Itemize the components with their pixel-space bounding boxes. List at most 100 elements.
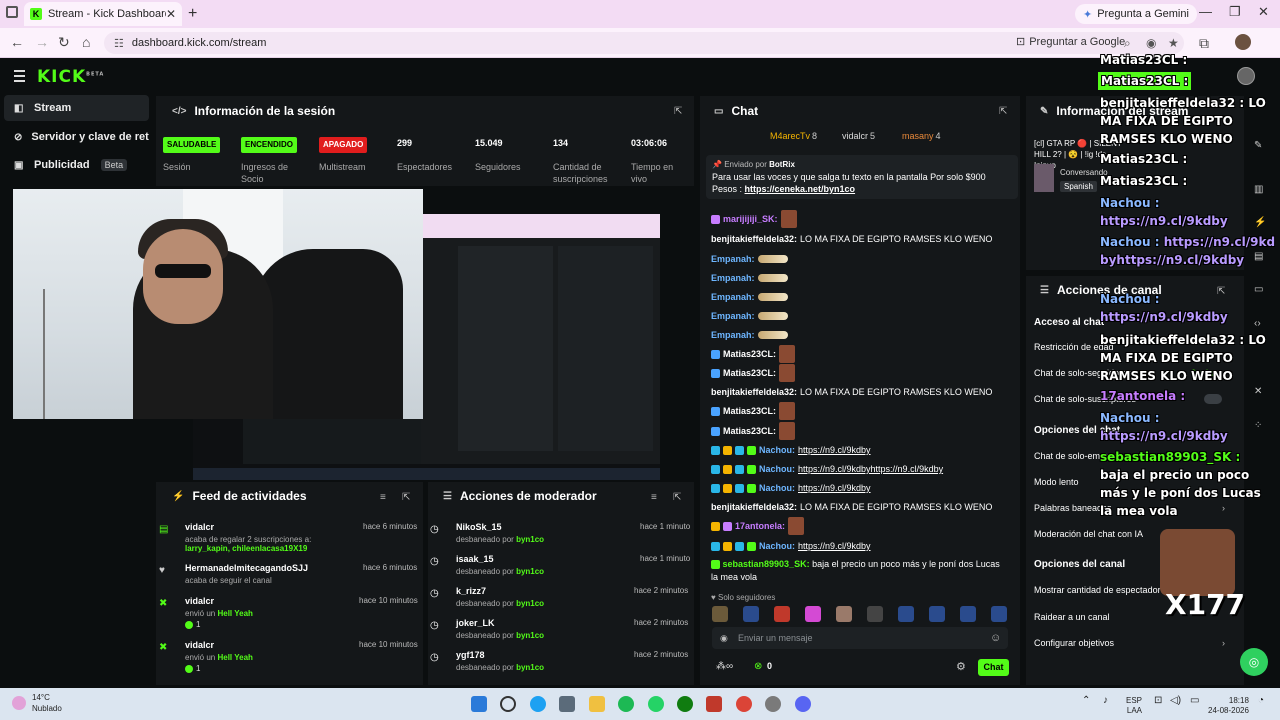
popout-icon[interactable]: ⇱: [402, 492, 410, 503]
bookmark-star-icon[interactable]: ★: [1168, 36, 1179, 50]
menu-icon[interactable]: [14, 70, 25, 85]
send-chat-button[interactable]: Chat: [978, 659, 1009, 676]
top-gifter[interactable]: masany 4: [902, 131, 941, 141]
new-tab-button[interactable]: +: [188, 5, 197, 23]
popout-icon[interactable]: ⇱: [999, 106, 1007, 117]
ask-google-button[interactable]: ⊡ Preguntar a Google: [1016, 35, 1125, 49]
tray-chevron-icon[interactable]: ⌃: [1082, 696, 1090, 706]
chat-user[interactable]: Nachou:: [759, 443, 795, 457]
clock[interactable]: 18:18 24-08-2026: [1208, 696, 1249, 716]
panel-icon[interactable]: ▤: [1254, 251, 1263, 262]
filter-icon[interactable]: ≡: [651, 492, 657, 503]
back-icon[interactable]: ←: [10, 34, 24, 50]
code-icon[interactable]: ‹›: [1254, 318, 1261, 329]
language-indicator[interactable]: ESP LAA: [1126, 696, 1142, 716]
whatsapp-icon[interactable]: [648, 696, 664, 712]
top-gifter[interactable]: M4arecTv 8: [770, 131, 817, 141]
chat-input[interactable]: Enviar un mensaje: [712, 627, 1008, 649]
sidebar-item-ads[interactable]: ▣ Publicidad Beta: [4, 152, 149, 178]
chat-user[interactable]: Empanah:: [711, 309, 755, 323]
pinned-message[interactable]: 📌 Enviado por BotRix Para usar las voces…: [706, 155, 1018, 199]
popout-icon[interactable]: ⇱: [674, 106, 682, 117]
emote-icon[interactable]: [867, 606, 883, 622]
top-gifter[interactable]: vidalcr 5: [842, 131, 875, 141]
discord-icon[interactable]: [795, 696, 811, 712]
emote-icon[interactable]: [774, 606, 790, 622]
url-omnibox[interactable]: ☷ dashboard.kick.com/stream ⊡ Preguntar a…: [104, 32, 1184, 54]
tab-close-icon[interactable]: ✕: [166, 7, 176, 21]
browser-profile-avatar[interactable]: [1235, 34, 1251, 50]
settings-icon[interactable]: [765, 696, 781, 712]
sidebar-item-server-key[interactable]: ⊘ Servidor y clave de retransmisión: [4, 124, 149, 150]
home-icon[interactable]: ⌂: [82, 34, 90, 50]
tools-icon[interactable]: ✕: [1254, 386, 1262, 397]
weather-widget[interactable]: 14°C Nublado: [12, 692, 62, 714]
chat-user[interactable]: Nachou:: [759, 481, 795, 495]
emote-icon[interactable]: [712, 606, 728, 622]
chat-user[interactable]: marijijiji_SK:: [723, 212, 778, 226]
extensions-icon[interactable]: ⧉: [1199, 35, 1209, 52]
chat-user[interactable]: Empanah:: [711, 252, 755, 266]
minimize-icon[interactable]: —: [1199, 4, 1212, 19]
chat-user[interactable]: Matias23CL:: [723, 424, 776, 438]
chat-user[interactable]: Empanah:: [711, 290, 755, 304]
chatters-icon[interactable]: ⁂∞: [716, 661, 733, 672]
emoji-icon[interactable]: ☺: [990, 632, 1001, 644]
network-icon[interactable]: ⊡: [1154, 696, 1162, 706]
site-info-icon[interactable]: ☷: [114, 37, 124, 50]
emote-icon[interactable]: [929, 606, 945, 622]
mic-icon[interactable]: ♪: [1103, 696, 1108, 706]
action-raid[interactable]: Raidear a un canal: [1034, 612, 1110, 622]
emote-icon[interactable]: [836, 606, 852, 622]
search-icon[interactable]: [500, 696, 516, 712]
chat-user[interactable]: Matias23CL:: [723, 366, 776, 380]
edge-icon[interactable]: [530, 696, 546, 712]
message-icon[interactable]: ▭: [1254, 284, 1263, 295]
reload-icon[interactable]: ↻: [58, 34, 70, 51]
chat-user[interactable]: sebastian89903_SK:: [723, 559, 810, 569]
layout-icon[interactable]: ▥: [1254, 184, 1263, 195]
chrome-icon[interactable]: [736, 696, 752, 712]
chat-user[interactable]: Matias23CL:: [723, 404, 776, 418]
notifications-icon[interactable]: ◔: [1258, 696, 1264, 706]
support-chat-button[interactable]: ◎: [1240, 648, 1268, 676]
xbox-icon[interactable]: [677, 696, 693, 712]
chat-settings-dot-icon[interactable]: ◉: [720, 633, 728, 644]
action-goals[interactable]: Configurar objetivos ›: [1034, 638, 1225, 648]
window-close-icon[interactable]: ✕: [1258, 4, 1269, 20]
store-icon[interactable]: [559, 696, 575, 712]
chat-user[interactable]: benjitakieffeldela32:: [711, 385, 797, 399]
action-show-viewers[interactable]: Mostrar cantidad de espectadores: [1034, 585, 1170, 595]
file-explorer-icon[interactable]: [589, 696, 605, 712]
edit-icon[interactable]: ✎: [1254, 140, 1262, 151]
gemini-button[interactable]: ✦ Pregunta a Gemini: [1075, 4, 1197, 24]
chat-link[interactable]: https://n9.cl/9kdby: [798, 443, 871, 457]
sidebar-item-stream[interactable]: ◧ Stream: [4, 95, 149, 121]
filter-icon[interactable]: ≡: [380, 492, 386, 503]
chat-user[interactable]: Matias23CL:: [723, 347, 776, 361]
chat-user[interactable]: Nachou:: [759, 539, 795, 553]
chat-user[interactable]: benjitakieffeldela32:: [711, 232, 797, 246]
chat-user[interactable]: Empanah:: [711, 271, 755, 285]
bolt-icon[interactable]: ⚡: [1254, 217, 1266, 228]
chat-link[interactable]: https://n9.cl/9kdbyhttps://n9.cl/9kdby: [798, 462, 943, 476]
kick-logo[interactable]: KICKBETA: [37, 67, 104, 87]
volume-icon[interactable]: ◁): [1170, 696, 1181, 706]
nodes-icon[interactable]: ⁘: [1254, 420, 1262, 431]
chat-user[interactable]: Empanah:: [711, 328, 755, 342]
emote-icon[interactable]: [991, 606, 1007, 622]
chat-link[interactable]: https://n9.cl/9kdby: [798, 539, 871, 553]
zoom-icon[interactable]: ⌕: [1124, 36, 1131, 51]
capture-icon[interactable]: [706, 696, 722, 712]
chat-link[interactable]: https://n9.cl/9kdby: [798, 481, 871, 495]
user-avatar[interactable]: [1237, 67, 1255, 85]
tab-list-icon[interactable]: [6, 6, 18, 18]
eye-off-icon[interactable]: ◉: [1146, 36, 1156, 50]
emote-icon[interactable]: [805, 606, 821, 622]
browser-tab[interactable]: K Stream - Kick Dashboard ✕: [24, 2, 182, 26]
settings-gear-icon[interactable]: ⚙: [956, 660, 966, 673]
emote-icon[interactable]: [960, 606, 976, 622]
restore-icon[interactable]: ❐: [1229, 4, 1241, 20]
popout-icon[interactable]: ⇱: [673, 492, 681, 503]
chat-user[interactable]: benjitakieffeldela32:: [711, 500, 797, 514]
